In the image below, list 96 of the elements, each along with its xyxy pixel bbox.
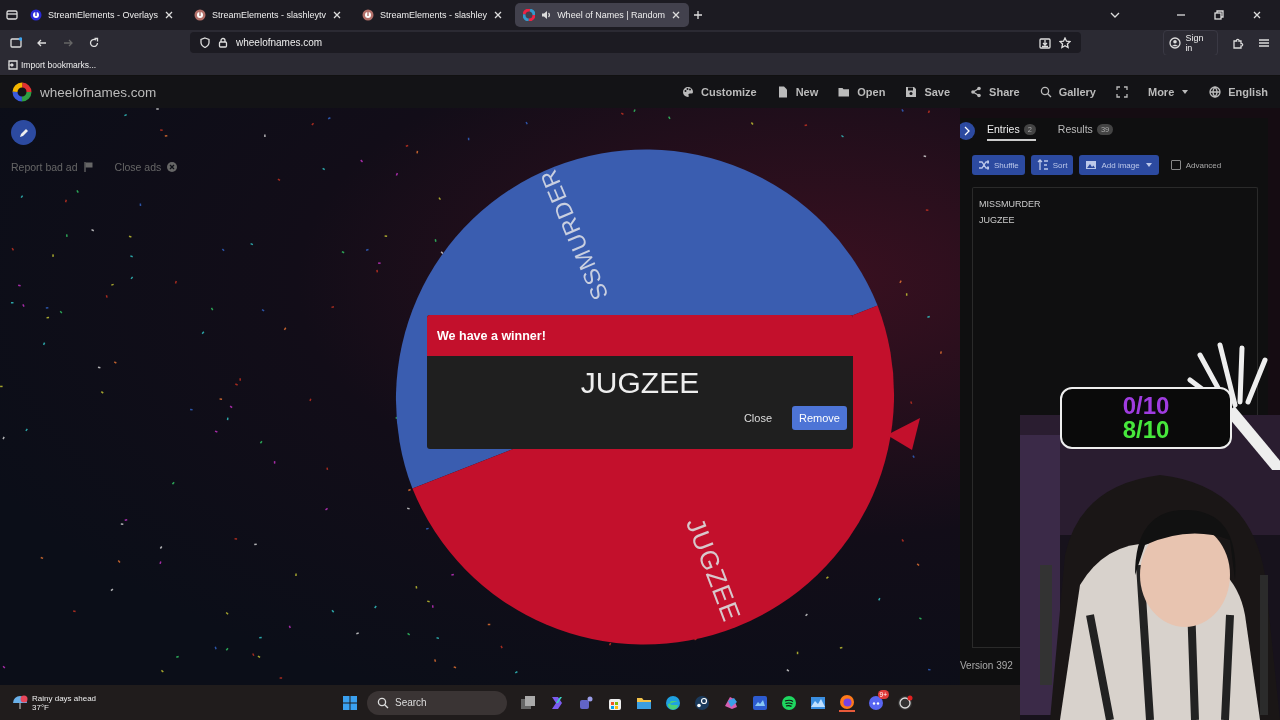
weather-title: Rainy days ahead — [32, 693, 97, 703]
tab-list-chevron-icon[interactable] — [1110, 10, 1120, 20]
palette-icon — [682, 86, 694, 98]
fullscreen-icon[interactable] — [1116, 86, 1128, 98]
logo-icon — [12, 82, 32, 102]
entry-line: MISSMURDER — [979, 198, 1042, 211]
teams-icon[interactable] — [578, 694, 594, 711]
menu-button[interactable]: English — [1209, 86, 1268, 98]
edit-button[interactable] — [11, 120, 36, 145]
office-icon[interactable] — [723, 694, 739, 711]
tool-button[interactable]: Shuffle — [972, 155, 1025, 175]
close-icon[interactable] — [671, 10, 681, 20]
tab-title: StreamElements - Overlays — [48, 10, 159, 20]
firefox-icon[interactable] — [839, 693, 855, 710]
speaker-icon — [541, 10, 552, 20]
menu-button[interactable]: Open — [838, 86, 886, 98]
tool-button[interactable]: Sort — [1030, 155, 1074, 175]
counter-text: 0/10 — [1122, 394, 1170, 418]
star-icon[interactable] — [1059, 36, 1072, 49]
close-icon — [166, 161, 179, 173]
new-tab-icon[interactable] — [693, 10, 703, 20]
chart-app-icon[interactable] — [810, 694, 826, 711]
shield-icon — [200, 37, 210, 48]
tab-list-icon[interactable] — [6, 9, 18, 21]
menu-button[interactable]: Share — [970, 86, 1020, 98]
steam-icon[interactable] — [694, 694, 710, 711]
sidebar-icon[interactable] — [10, 36, 22, 49]
version-text: Version 392 — [960, 660, 1014, 673]
download-icon[interactable] — [1039, 36, 1052, 49]
entries-field[interactable]: MISSMURDER JUGZEE — [972, 187, 1258, 338]
sort-icon — [1036, 159, 1048, 171]
file-icon — [776, 86, 789, 98]
image-icon — [1085, 159, 1097, 171]
globe-icon — [1209, 86, 1222, 98]
menu-button[interactable]: Save — [905, 86, 951, 98]
favicon-icon — [30, 9, 42, 21]
taskbar-search[interactable]: Search — [367, 690, 507, 715]
browser-tab[interactable]: StreamElements - Overlays — [22, 3, 183, 27]
reload-icon[interactable] — [88, 36, 100, 49]
flag-icon — [82, 161, 95, 173]
dialog-title: We have a winner! — [427, 315, 853, 356]
site-logo-text[interactable]: wheelofnames.com — [40, 84, 157, 100]
restore-icon[interactable] — [1214, 10, 1224, 20]
extensions-icon[interactable] — [1232, 36, 1244, 49]
menu-button[interactable]: More — [1148, 86, 1190, 98]
lock-icon — [218, 37, 228, 48]
menu-button[interactable]: Customize — [682, 86, 757, 98]
wheel-pointer — [887, 418, 920, 450]
search-icon — [1039, 86, 1052, 98]
umbrella-icon — [12, 694, 28, 711]
copilot-icon[interactable] — [549, 694, 565, 711]
close-icon[interactable] — [493, 10, 504, 20]
shuffle-icon — [978, 159, 989, 171]
counter-text: 8/10 — [1122, 418, 1170, 442]
tab-title: StreamElements - slashleytv — [212, 10, 327, 20]
close-icon[interactable] — [164, 10, 175, 20]
folder-icon — [838, 86, 851, 98]
share-icon — [970, 86, 983, 98]
account-icon — [1169, 36, 1182, 49]
task-view-icon[interactable] — [520, 694, 536, 711]
close-icon[interactable] — [332, 10, 343, 20]
browser-icon[interactable] — [665, 694, 681, 711]
close-button[interactable]: Close — [735, 406, 781, 430]
checkbox[interactable] — [1170, 160, 1181, 170]
obs-icon[interactable] — [897, 694, 913, 711]
browser-tab[interactable]: StreamElements - slashleytv — [186, 3, 351, 27]
weather-temp: 37°F — [32, 702, 50, 712]
browser-tab[interactable]: Wheel of Names | Random — [515, 3, 689, 27]
pencil-icon — [17, 126, 30, 139]
tool-button[interactable]: Add image — [1079, 155, 1159, 175]
tab-title: StreamElements - slashley — [380, 10, 488, 20]
address-bar[interactable]: wheelofnames.com — [190, 32, 1082, 53]
favicon-icon — [362, 9, 375, 21]
search-icon — [377, 696, 389, 709]
favicon-icon — [194, 9, 207, 21]
bookmark-link[interactable]: Import bookmarks... — [8, 60, 97, 70]
url-text: wheelofnames.com — [236, 37, 323, 48]
browser-tab[interactable]: StreamElements - slashley — [354, 3, 512, 27]
checkbox-label: Advanced — [1185, 160, 1222, 170]
entry-line: JUGZEE — [979, 214, 1016, 227]
menu-button[interactable]: New — [776, 86, 819, 98]
windows-icon[interactable] — [342, 694, 358, 711]
remove-button[interactable]: Remove — [792, 406, 847, 430]
menu-button[interactable]: Gallery — [1039, 86, 1096, 98]
close-icon[interactable] — [1252, 10, 1262, 20]
caret-icon — [1181, 88, 1190, 96]
app-icon[interactable] — [752, 694, 768, 711]
sign-in-button[interactable]: Sign in — [1163, 29, 1218, 56]
winner-name: JUGZEE — [579, 366, 701, 400]
spotify-icon[interactable] — [781, 694, 797, 711]
favicon-icon — [523, 9, 536, 21]
caret-icon — [1144, 161, 1153, 169]
save-icon — [905, 86, 918, 98]
menu-icon[interactable] — [1258, 36, 1270, 49]
tab-title: Wheel of Names | Random — [557, 10, 665, 20]
import-icon — [8, 60, 18, 70]
